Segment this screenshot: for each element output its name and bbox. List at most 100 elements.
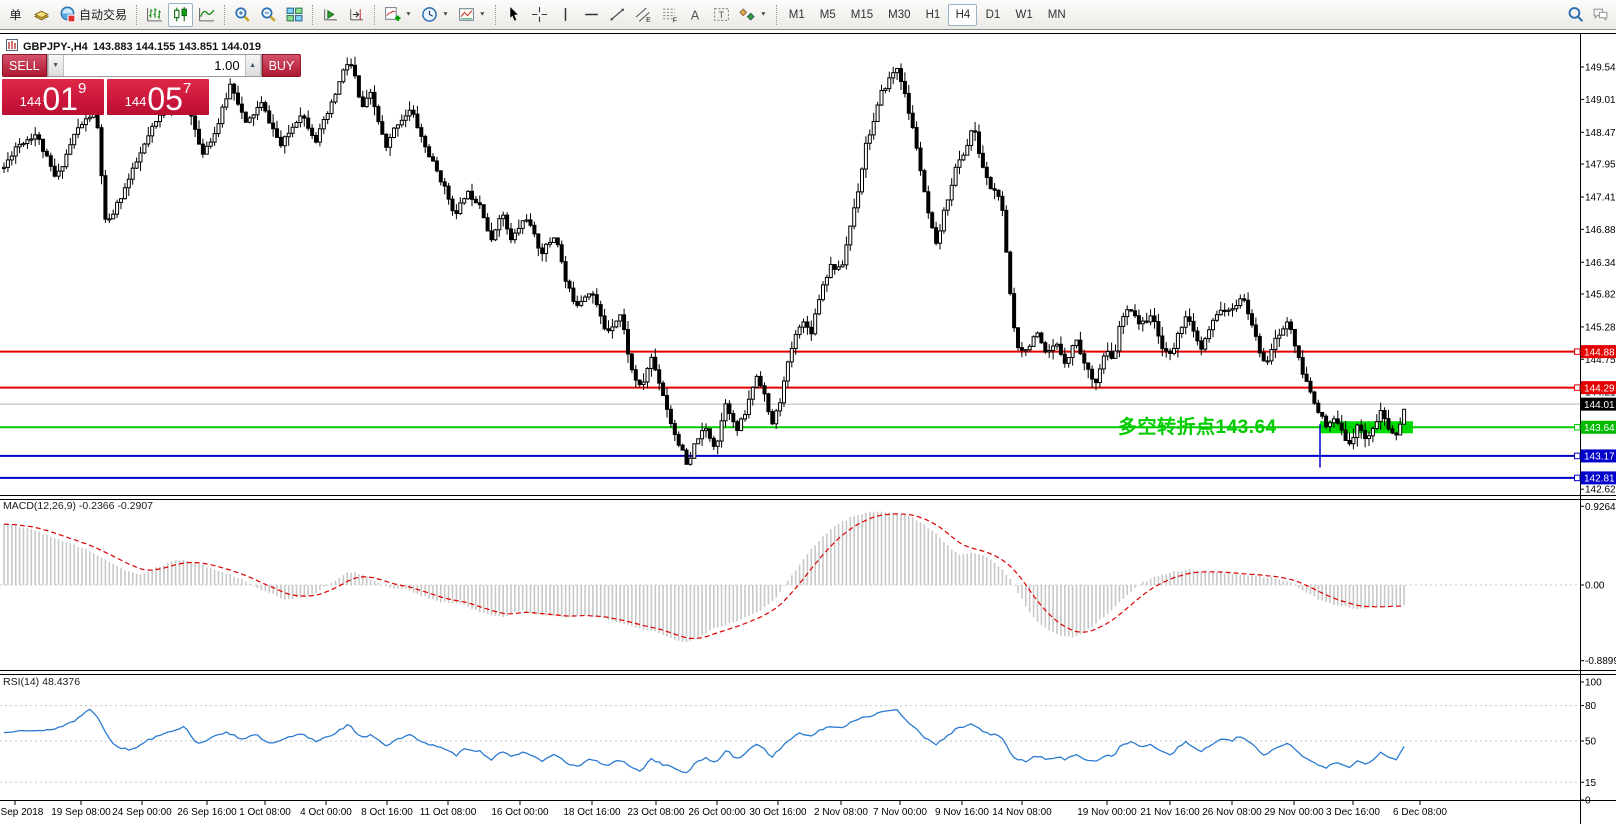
- line-anchor-square[interactable]: [1575, 475, 1581, 481]
- line-anchor-square[interactable]: [1575, 349, 1581, 355]
- toolbar-separator: [224, 5, 225, 25]
- rsi-value: 48.4376: [42, 676, 80, 688]
- line-chart-icon: [198, 6, 215, 23]
- search-icon: [1567, 6, 1584, 23]
- price-badge-label: 144.88: [1584, 347, 1615, 358]
- timeframe-d1-button[interactable]: D1: [978, 4, 1007, 26]
- fibonacci-button[interactable]: F: [657, 3, 682, 27]
- macd-name: MACD(12,26,9): [3, 500, 76, 512]
- auto-scroll-button[interactable]: [318, 3, 343, 27]
- time-axis-label: 23 Oct 08:00: [627, 807, 685, 818]
- line-anchor-square[interactable]: [1575, 425, 1581, 431]
- chart-canvas[interactable]: 多空转折点143.64149.54149.01148.47147.95147.4…: [0, 31, 1616, 824]
- price-axis-label: 147.95: [1585, 160, 1616, 171]
- search-button[interactable]: [1563, 3, 1588, 27]
- time-axis-label: 16 Oct 00:00: [491, 807, 549, 818]
- sell-button[interactable]: SELL: [2, 54, 47, 77]
- channel-button[interactable]: E: [631, 3, 656, 27]
- macd-axis-label: 0.00: [1585, 581, 1605, 592]
- timeframe-h4-button[interactable]: H4: [948, 4, 977, 26]
- toolbar-separator: [374, 5, 375, 25]
- price-axis-label: 146.88: [1585, 225, 1616, 236]
- gold-box-icon: [33, 6, 50, 23]
- crosshair-button[interactable]: [527, 3, 552, 27]
- horizontal-line-button[interactable]: [579, 3, 604, 27]
- cursor-icon: [505, 6, 522, 23]
- time-axis-label: 26 Nov 08:00: [1202, 807, 1262, 818]
- text-a-icon: A: [687, 6, 704, 23]
- chart-title-ohlc: 143.883 144.155 143.851 144.019: [93, 41, 261, 53]
- price-axis-label: 146.34: [1585, 258, 1616, 269]
- zoom-out-button[interactable]: [256, 3, 281, 27]
- cursor-button[interactable]: [501, 3, 526, 27]
- timeframe-w1-button[interactable]: W1: [1008, 4, 1039, 26]
- timeframe-mn-button[interactable]: MN: [1041, 4, 1073, 26]
- fibo-icon: F: [661, 6, 678, 23]
- price-axis-label: 149.54: [1585, 63, 1616, 74]
- svg-text:E: E: [646, 17, 651, 23]
- crosshair-icon: [531, 6, 548, 23]
- autotrading-button[interactable]: 自动交易: [55, 3, 131, 27]
- text-label-button[interactable]: T: [709, 3, 734, 27]
- line-anchor-square[interactable]: [1575, 385, 1581, 391]
- dropdown-caret-icon[interactable]: ▼: [760, 12, 767, 18]
- bar-chart-type-button[interactable]: [142, 3, 167, 27]
- macd-histogram: [4, 512, 1404, 642]
- vertical-line-button[interactable]: [553, 3, 578, 27]
- time-axis-label: 26 Sep 16:00: [177, 807, 237, 818]
- buy-price-sup: 7: [183, 80, 191, 97]
- volume-input[interactable]: [64, 55, 245, 76]
- dropdown-caret-icon[interactable]: ▼: [479, 12, 486, 18]
- timeframe-m15-button[interactable]: M15: [844, 4, 880, 26]
- arrows-button[interactable]: ▼: [735, 3, 771, 27]
- sell-price-box[interactable]: 144019: [2, 79, 104, 115]
- candlestick-chart-type-button[interactable]: [168, 3, 193, 27]
- chart-title-symbol: GBPJPY-,H4: [23, 41, 88, 53]
- time-axis-label: 19 Nov 00:00: [1077, 807, 1137, 818]
- candles-chart-icon: [172, 6, 189, 23]
- tile-windows-button[interactable]: [282, 3, 307, 27]
- time-axis-label: 26 Oct 00:00: [688, 807, 746, 818]
- volume-decrease-button[interactable]: ▼: [48, 55, 64, 76]
- autotrading-icon: [59, 6, 76, 23]
- rsi-axis-label: 80: [1585, 701, 1597, 712]
- chart-shift-icon: [348, 6, 365, 23]
- timeframe-m30-button[interactable]: M30: [881, 4, 917, 26]
- rsi-axis-label: 0: [1585, 796, 1591, 807]
- rsi-indicator-label: RSI(14) 48.4376: [3, 676, 80, 688]
- time-axis-label: 2 Nov 08:00: [814, 807, 868, 818]
- periods-button[interactable]: ▼: [417, 3, 453, 27]
- price-badge-label: 144.29: [1584, 383, 1615, 394]
- text-button[interactable]: A: [683, 3, 708, 27]
- clock-icon: [421, 6, 438, 23]
- buy-price-box[interactable]: 144057: [107, 79, 209, 115]
- macd-values: -0.2366 -0.2907: [79, 500, 153, 512]
- chart-icon: [6, 39, 18, 54]
- svg-text:T: T: [718, 10, 724, 21]
- text-label-icon: T: [713, 6, 730, 23]
- line-chart-type-button[interactable]: [194, 3, 219, 27]
- templates-button[interactable]: ▼: [454, 3, 490, 27]
- tile-windows-icon: [286, 6, 303, 23]
- new-chart-button[interactable]: [29, 3, 54, 27]
- dropdown-caret-icon[interactable]: ▼: [405, 12, 412, 18]
- new-order-button[interactable]: 单: [3, 3, 28, 27]
- volume-increase-button[interactable]: ▲: [245, 55, 261, 76]
- buy-button[interactable]: BUY: [262, 54, 302, 77]
- timeframe-m1-button[interactable]: M1: [782, 4, 812, 26]
- zoom-in-button[interactable]: [230, 3, 255, 27]
- rsi-axis-label: 50: [1585, 737, 1597, 748]
- dropdown-caret-icon[interactable]: ▼: [442, 12, 449, 18]
- trendline-button[interactable]: [605, 3, 630, 27]
- timeframe-h1-button[interactable]: H1: [918, 4, 947, 26]
- price-axis-label: 145.82: [1585, 289, 1616, 300]
- chart-shift-button[interactable]: [344, 3, 369, 27]
- line-anchor-square[interactable]: [1575, 453, 1581, 459]
- price-axis-label: 145.28: [1585, 322, 1616, 333]
- buy-price-big: 05: [147, 85, 183, 113]
- time-axis-label: 21 Nov 16:00: [1140, 807, 1200, 818]
- time-axis-label: 19 Sep 08:00: [51, 807, 111, 818]
- indicators-button[interactable]: ▼: [380, 3, 416, 27]
- timeframe-m5-button[interactable]: M5: [813, 4, 843, 26]
- chat-button[interactable]: [1588, 3, 1613, 27]
